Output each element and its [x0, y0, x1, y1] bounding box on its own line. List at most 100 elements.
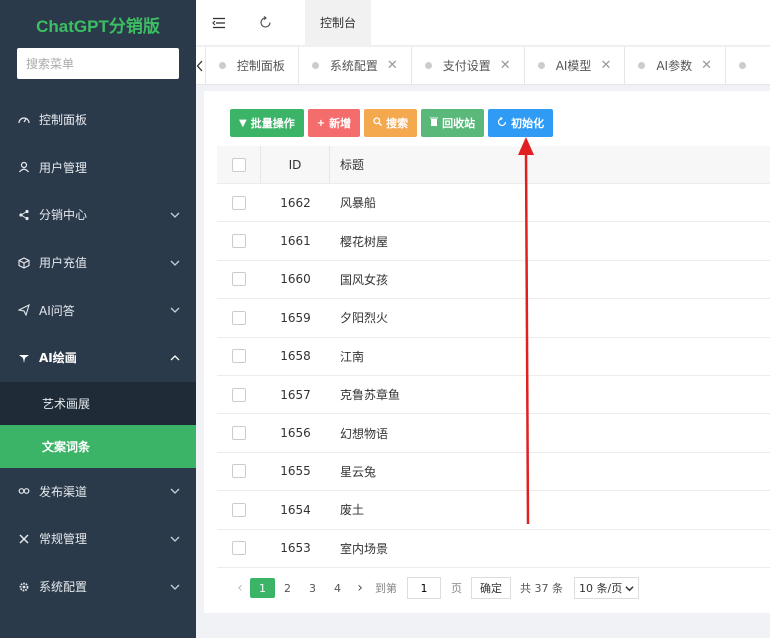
row-checkbox[interactable]	[231, 387, 246, 402]
row-checkbox[interactable]	[231, 426, 246, 441]
top-bar: 控制台	[196, 0, 770, 46]
toolbar: ▼ 批量操作 + 新增 搜索 回收站 初始化	[230, 109, 557, 137]
page-tab-ai-model[interactable]: AI模型 ✕	[525, 47, 626, 84]
table-row[interactable]: 1659 夕阳烈火	[217, 299, 770, 338]
dot-icon	[537, 62, 545, 69]
cell-id: 1661	[280, 234, 311, 249]
page-tab-dashboard[interactable]: 控制面板	[206, 47, 299, 84]
page-tab-bar: 控制面板 系统配置 ✕ 支付设置 ✕ AI模型 ✕ AI参数 ✕	[196, 47, 770, 85]
link-icon	[17, 484, 31, 498]
data-table: ID 标题 1662 风暴船 1661 樱花树屋 1660 国风女孩 1659 夕阳烈火 165…	[217, 146, 770, 568]
cell-id: 1659	[280, 310, 311, 325]
recycle-bin-button[interactable]: 回收站	[421, 109, 485, 137]
page-tab-system-config[interactable]: 系统配置 ✕	[299, 47, 412, 84]
row-checkbox[interactable]	[231, 502, 246, 517]
chevron-left-icon[interactable]	[196, 47, 206, 84]
refresh-circle-icon	[497, 116, 507, 130]
dot-icon	[311, 62, 319, 69]
select-all-checkbox[interactable]	[231, 157, 246, 172]
sidebar-item-general[interactable]: 常规管理	[0, 515, 196, 563]
sidebar-item-distribution[interactable]: 分销中心	[0, 191, 196, 239]
table-row[interactable]: 1654 废土	[217, 491, 770, 530]
sidebar-item-ai-painting[interactable]: AI绘画	[0, 334, 196, 382]
sidebar-item-label: AI问答	[39, 303, 75, 318]
sidebar-item-recharge[interactable]: 用户充值	[0, 239, 196, 287]
page-tab-ai-params[interactable]: AI参数 ✕	[625, 47, 726, 84]
chevron-down-icon	[170, 536, 180, 542]
cell-title: 室内场景	[340, 541, 389, 556]
row-checkbox[interactable]	[231, 349, 246, 364]
submenu-item-art-gallery[interactable]: 艺术画展	[0, 382, 196, 425]
brand-title: ChatGPT分销版	[36, 16, 160, 36]
send-icon	[17, 303, 31, 317]
search-button[interactable]: 搜索	[364, 109, 418, 137]
column-header-id[interactable]: ID	[261, 146, 330, 183]
table-row[interactable]: 1656 幻想物语	[217, 414, 770, 453]
sidebar-item-channels[interactable]: 发布渠道	[0, 468, 196, 516]
row-checkbox[interactable]	[231, 464, 246, 479]
page-tab-more[interactable]	[726, 47, 770, 84]
close-icon[interactable]: ✕	[500, 58, 511, 73]
table-row[interactable]: 1655 星云兔	[217, 453, 770, 492]
refresh-icon[interactable]	[242, 0, 288, 46]
row-checkbox[interactable]	[231, 272, 246, 287]
page-number[interactable]: 2	[275, 578, 300, 598]
plus-icon: +	[316, 117, 326, 129]
add-button[interactable]: + 新增	[307, 109, 361, 137]
cell-title: 克鲁苏章鱼	[340, 388, 401, 403]
row-checkbox[interactable]	[231, 310, 246, 325]
initialize-button[interactable]: 初始化	[488, 109, 554, 137]
total-count: 共 37 条	[520, 582, 563, 595]
tab-console[interactable]: 控制台	[305, 0, 372, 46]
cell-id: 1658	[280, 349, 311, 364]
row-checkbox[interactable]	[231, 541, 246, 556]
close-icon[interactable]: ✕	[701, 58, 712, 73]
row-checkbox[interactable]	[231, 234, 246, 249]
prev-page-icon[interactable]: ‹	[230, 580, 250, 596]
search-icon	[373, 117, 383, 129]
batch-operation-button[interactable]: ▼ 批量操作	[230, 109, 304, 137]
table-row[interactable]: 1660 国风女孩	[217, 261, 770, 300]
table-row[interactable]: 1658 江南	[217, 338, 770, 376]
page-jump-input[interactable]	[407, 577, 441, 599]
sidebar-item-label: 发布渠道	[39, 484, 88, 499]
page-size-select[interactable]: 10 条/页	[574, 577, 640, 599]
sidebar-item-label: 用户充值	[39, 256, 88, 271]
cell-title: 幻想物语	[340, 426, 389, 441]
row-checkbox[interactable]	[231, 195, 246, 210]
confirm-jump-button[interactable]: 确定	[471, 577, 511, 599]
table-row[interactable]: 1657 克鲁苏章鱼	[217, 376, 770, 415]
close-icon[interactable]: ✕	[600, 58, 611, 73]
page-number[interactable]: 1	[250, 578, 275, 598]
dashboard-icon	[17, 113, 31, 127]
next-page-icon[interactable]: ›	[350, 580, 370, 596]
chevron-down-icon	[170, 307, 180, 314]
sidebar-item-dashboard[interactable]: 控制面板	[0, 96, 196, 144]
page-number[interactable]: 3	[300, 578, 325, 598]
page-tab-payment[interactable]: 支付设置 ✕	[412, 47, 525, 84]
page-tab-label: AI模型	[555, 59, 592, 73]
page-size-value: 10 条/页	[579, 582, 623, 595]
menu-toggle-icon[interactable]	[196, 0, 242, 46]
sidebar-item-users[interactable]: 用户管理	[0, 144, 196, 192]
sidebar-item-label: 常规管理	[39, 532, 88, 547]
menu-search-input[interactable]	[26, 56, 179, 71]
table-row[interactable]: 1662 风暴船	[217, 184, 770, 223]
page-tab-label: AI参数	[656, 59, 693, 73]
page-unit-label: 页	[451, 582, 462, 595]
chevron-up-icon	[170, 354, 180, 361]
goto-label: 到第	[375, 582, 397, 595]
submenu-item-prompt-entries[interactable]: 文案词条	[0, 424, 196, 468]
sidebar-item-label: 分销中心	[39, 208, 88, 223]
button-label: 回收站	[442, 117, 476, 130]
menu-search-box[interactable]	[17, 48, 179, 79]
row-select-cell	[217, 530, 261, 567]
sidebar-item-system-config[interactable]: 系统配置	[0, 563, 196, 611]
table-row[interactable]: 1661 樱花树屋	[217, 222, 770, 261]
sidebar-item-ai-qa[interactable]: AI问答	[0, 286, 196, 334]
page-tab-label: 控制面板	[236, 59, 285, 73]
close-icon[interactable]: ✕	[387, 58, 398, 73]
cell-title: 夕阳烈火	[340, 311, 389, 326]
page-number[interactable]: 4	[325, 578, 350, 598]
table-row[interactable]: 1653 室内场景	[217, 530, 770, 568]
